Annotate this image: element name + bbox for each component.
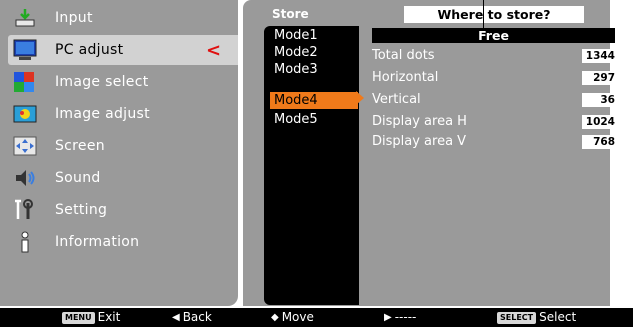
menu-item-input[interactable]: Input: [0, 2, 238, 34]
store-status: Free: [372, 28, 615, 43]
move-hint: ◆ Move: [271, 308, 314, 327]
menu-key-icon: MENU: [62, 311, 95, 324]
menu-item-information[interactable]: Information: [0, 226, 238, 258]
menu-item-setting[interactable]: Setting: [0, 194, 238, 226]
info-label: Vertical: [372, 92, 421, 107]
setting-icon: [15, 199, 33, 219]
select-label: Select: [539, 310, 577, 324]
info-value: 1344: [582, 49, 618, 63]
mode-item-2[interactable]: Mode2: [270, 44, 358, 61]
info-row-display-area-h: Display area H 1024: [372, 113, 618, 131]
mode-list: Mode1 Mode2 Mode3 Mode4 Mode5: [264, 26, 359, 305]
menu-item-sound[interactable]: Sound: [0, 162, 238, 194]
info-value: 36: [582, 93, 618, 107]
menu-item-image-select[interactable]: Image select: [0, 66, 238, 98]
mode-item-4[interactable]: Mode4: [270, 92, 358, 109]
up-down-arrow-icon: ◆: [271, 312, 279, 323]
info-row-horizontal: Horizontal 297: [372, 69, 618, 87]
info-label: Display area H: [372, 114, 467, 129]
menu-label-image-select: Image select: [55, 74, 149, 90]
key-guide-bar: MENU Exit ◀ Back ◆ Move ▶ ----- SELECT S…: [0, 308, 633, 327]
mode-item-5[interactable]: Mode5: [270, 111, 358, 128]
info-label: Horizontal: [372, 70, 439, 85]
menu-label-pc-adjust: PC adjust: [55, 42, 124, 58]
select-key-icon: SELECT: [497, 311, 537, 324]
menu-label-setting: Setting: [55, 202, 108, 218]
info-value: 297: [582, 71, 618, 85]
text-cursor: [483, 0, 484, 30]
exit-hint[interactable]: MENU Exit: [62, 308, 120, 327]
info-value: 1024: [582, 115, 618, 129]
menu-label-input: Input: [55, 10, 93, 26]
menu-label-information: Information: [55, 234, 140, 250]
info-row-display-area-v: Display area V 768: [372, 133, 618, 151]
menu-label-screen: Screen: [55, 138, 105, 154]
mode-item-3[interactable]: Mode3: [270, 61, 358, 78]
menu-item-screen[interactable]: Screen: [0, 130, 238, 162]
menu-label-sound: Sound: [55, 170, 101, 186]
move-label: Move: [281, 310, 314, 324]
back-label: Back: [182, 310, 212, 324]
image-select-icon: [14, 72, 34, 92]
store-label: Store: [272, 7, 309, 21]
info-row-vertical: Vertical 36: [372, 91, 618, 109]
menu-item-pc-adjust[interactable]: PC adjust <: [0, 34, 238, 66]
active-indicator-icon: <: [206, 39, 222, 61]
input-icon: [15, 9, 35, 27]
next-hint: ▶ -----: [384, 308, 416, 327]
back-hint[interactable]: ◀ Back: [172, 308, 212, 327]
left-arrow-icon: ◀: [172, 312, 180, 323]
menu-label-image-adjust: Image adjust: [55, 106, 150, 122]
info-value: 768: [582, 135, 618, 149]
where-to-store-prompt: Where to store?: [404, 6, 584, 23]
right-arrow-icon: ▶: [384, 312, 392, 323]
info-label: Total dots: [372, 48, 435, 63]
mode-item-1[interactable]: Mode1: [270, 27, 358, 44]
select-hint[interactable]: SELECT Select: [497, 308, 576, 327]
screen-icon: [13, 136, 37, 156]
next-label: -----: [394, 310, 417, 324]
selection-arrow-icon: [356, 91, 364, 105]
sound-icon: [16, 170, 35, 186]
pc-adjust-icon: [13, 39, 37, 60]
exit-label: Exit: [97, 310, 121, 324]
info-label: Display area V: [372, 134, 467, 149]
menu-item-image-adjust[interactable]: Image adjust: [0, 98, 238, 130]
info-row-total-dots: Total dots 1344: [372, 47, 618, 65]
information-icon: [21, 231, 29, 253]
image-adjust-icon: [13, 105, 37, 123]
